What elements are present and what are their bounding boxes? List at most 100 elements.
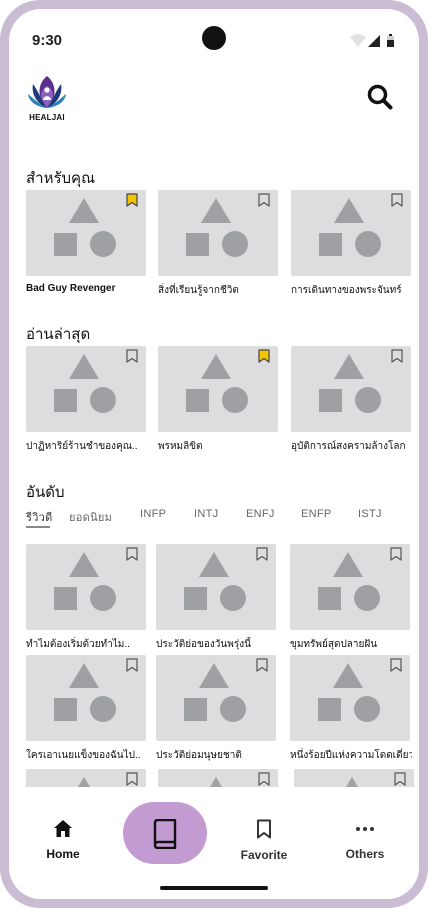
image-placeholder-icon [186, 354, 248, 413]
book-title: ใครเอาเนยแข็งของฉันไป.. [26, 750, 141, 761]
book-title: ทำไมต้องเริ่มด้วยทำไม.. [26, 639, 130, 650]
image-placeholder-icon [184, 663, 246, 722]
tab-enfp[interactable]: ENFP [301, 508, 332, 520]
image-placeholder-icon [319, 354, 381, 413]
book-card[interactable]: พรหมลิขิต [158, 346, 278, 454]
image-placeholder-icon [184, 552, 246, 611]
image-placeholder-icon [54, 663, 116, 722]
image-placeholder-icon [318, 663, 380, 722]
book-title: ขุมทรัพย์สุดปลายฝัน [290, 639, 378, 650]
nav-favorite-label: Favorite [240, 848, 288, 862]
tab-review[interactable]: รีวิวดี [26, 508, 53, 526]
book-title: หนึ่งร้อยปีแห่งความโดดเดี่ยว [290, 750, 412, 761]
book-cover [291, 190, 411, 276]
book-card[interactable]: ขุมทรัพย์สุดปลายฝัน [290, 544, 410, 652]
status-time: 9:30 [32, 32, 63, 49]
book-card[interactable]: ประวัติย่อของวันพรุ่งนี้ [156, 544, 276, 652]
bookmark-icon[interactable] [256, 658, 268, 672]
bookmark-icon[interactable] [258, 193, 270, 207]
search-icon [367, 84, 393, 110]
bottom-navigation: Home Favorite Others [9, 787, 419, 899]
home-indicator [160, 886, 268, 890]
book-title: สิ่งที่เรียนรู้จากชีวิต [158, 285, 239, 296]
book-cover [26, 544, 146, 630]
tab-popular[interactable]: ยอดนิยม [69, 508, 112, 526]
nav-home[interactable]: Home [23, 819, 103, 861]
bookmark-icon[interactable] [126, 547, 138, 561]
bookmark-filled-icon[interactable] [258, 349, 270, 363]
camera-cutout [202, 26, 226, 50]
book-cover [26, 346, 146, 432]
book-title: อุบัติการณ์สงครามล้างโลก [291, 441, 406, 452]
tab-intj[interactable]: INTJ [194, 508, 218, 520]
book-card[interactable]: ทำไมต้องเริ่มด้วยทำไม.. [26, 544, 146, 652]
section-title-for-you: สำหรับคุณ [26, 170, 95, 187]
book-cover [290, 655, 410, 741]
status-icons [349, 33, 399, 49]
active-tab-indicator [26, 526, 50, 528]
section-title-recent: อ่านล่าสุด [26, 326, 91, 343]
book-card[interactable]: อุบัติการณ์สงครามล้างโลก [291, 346, 411, 454]
bookmark-icon[interactable] [126, 658, 138, 672]
app-logo: HEALJAI [25, 74, 69, 124]
wifi-icon [350, 34, 366, 47]
nav-others-label: Others [345, 847, 385, 861]
book-title: การเดินทางของพระจันทร์ [291, 285, 402, 296]
tab-istj[interactable]: ISTJ [358, 508, 382, 520]
bookmark-icon[interactable] [390, 547, 402, 561]
nav-others[interactable]: Others [325, 819, 405, 861]
book-card[interactable]: หนึ่งร้อยปีแห่งความโดดเดี่ยว [290, 655, 412, 763]
nav-home-label: Home [46, 847, 80, 861]
book-card[interactable]: ประวัติย่อมนุษยชาติ [156, 655, 276, 763]
logo-text: HEALJAI [29, 113, 65, 122]
device-frame: 9:30 HEALJAI สำหรับคุณ Bad Guy Revenger … [0, 0, 428, 908]
book-card[interactable]: ใครเอาเนยแข็งของฉันไป.. [26, 655, 146, 763]
more-icon [356, 827, 374, 831]
ranking-tabs: รีวิวดี ยอดนิยม INFP INTJ ENFJ ENFP ISTJ [26, 508, 416, 532]
signal-icon [368, 35, 380, 47]
bookmark-icon[interactable] [126, 772, 138, 786]
book-card[interactable]: สิ่งที่เรียนรู้จากชีวิต [158, 190, 278, 298]
image-placeholder-icon [54, 354, 116, 413]
search-button[interactable] [366, 83, 394, 111]
bookmark-icon [257, 819, 271, 839]
book-title: Bad Guy Revenger [26, 283, 116, 294]
book-icon [153, 819, 177, 849]
image-placeholder-icon [318, 552, 380, 611]
book-title: ปาฏิหาริย์ร้านชำของคุณ.. [26, 441, 138, 452]
nav-favorite[interactable]: Favorite [224, 819, 304, 862]
bookmark-icon[interactable] [126, 349, 138, 363]
image-placeholder-icon [319, 198, 381, 257]
bookmark-filled-icon[interactable] [126, 193, 138, 207]
home-icon [54, 820, 72, 837]
battery-icon [387, 34, 394, 47]
section-title-ranking: อันดับ [26, 484, 65, 501]
book-title: ประวัติย่อมนุษยชาติ [156, 750, 242, 761]
book-cover [158, 346, 278, 432]
book-title: พรหมลิขิต [158, 441, 203, 452]
tab-enfj[interactable]: ENFJ [246, 508, 275, 520]
bookmark-icon[interactable] [256, 547, 268, 561]
app-screen: 9:30 HEALJAI สำหรับคุณ Bad Guy Revenger … [9, 9, 419, 899]
book-cover [26, 190, 146, 276]
book-card[interactable]: ปาฏิหาริย์ร้านชำของคุณ.. [26, 346, 146, 454]
book-cover [156, 655, 276, 741]
book-card[interactable]: การเดินทางของพระจันทร์ [291, 190, 411, 298]
book-cover [291, 346, 411, 432]
bookmark-icon[interactable] [391, 349, 403, 363]
book-card[interactable]: Bad Guy Revenger [26, 190, 146, 294]
book-cover [156, 544, 276, 630]
book-title: ประวัติย่อของวันพรุ่งนี้ [156, 639, 251, 650]
bookmark-icon[interactable] [258, 772, 270, 786]
image-placeholder-icon [54, 198, 116, 257]
book-cover [158, 190, 278, 276]
tab-infp[interactable]: INFP [140, 508, 166, 520]
book-cover [290, 544, 410, 630]
library-button[interactable] [123, 802, 207, 864]
bookmark-icon[interactable] [390, 658, 402, 672]
image-placeholder-icon [186, 198, 248, 257]
bookmark-icon[interactable] [394, 772, 406, 786]
book-cover [26, 655, 146, 741]
image-placeholder-icon [54, 552, 116, 611]
bookmark-icon[interactable] [391, 193, 403, 207]
